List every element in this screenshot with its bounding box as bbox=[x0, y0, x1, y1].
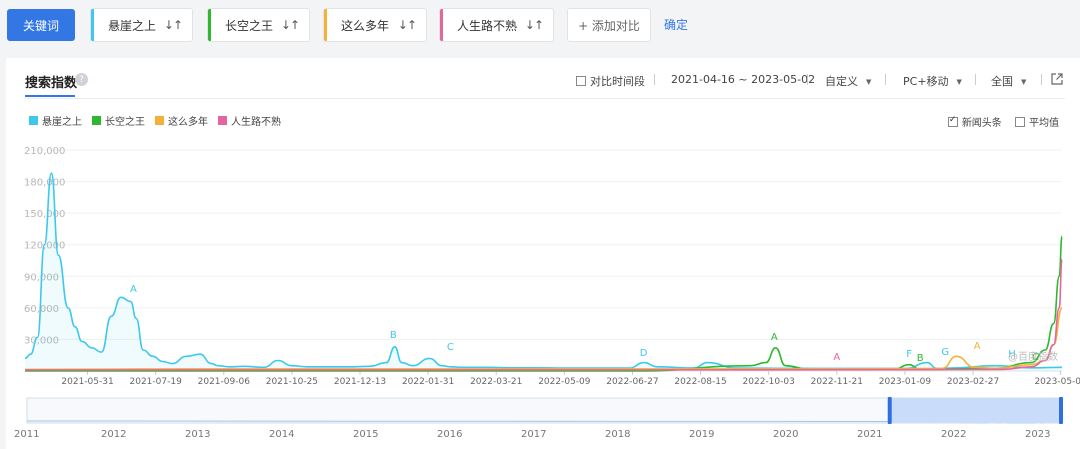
x-tick-label: 2023-01-09 bbox=[879, 377, 932, 387]
news-annotation: A bbox=[974, 341, 981, 352]
timeline-year-label: 2021 bbox=[857, 429, 882, 440]
x-tick-label: 2021-12-13 bbox=[334, 377, 386, 387]
x-tick-label: 2022-11-21 bbox=[811, 377, 863, 387]
x-tick-label: 2022-01-31 bbox=[402, 377, 454, 387]
timeline-year-label: 2018 bbox=[605, 429, 630, 440]
x-tick-label: 2023-05-01 bbox=[1034, 377, 1080, 387]
x-tick-label: 2021-07-19 bbox=[130, 377, 183, 387]
news-annotation: A bbox=[833, 352, 840, 363]
timeline-year-label: 2022 bbox=[941, 429, 966, 440]
timeline-handle-left bbox=[887, 397, 892, 424]
x-tick-label: 2022-05-09 bbox=[538, 377, 591, 387]
y-tick-label: 180,000 bbox=[24, 178, 65, 189]
news-annotation: B bbox=[917, 353, 924, 364]
news-annotation: A bbox=[771, 332, 778, 343]
x-tick-label: 2022-10-03 bbox=[743, 377, 795, 387]
timeline-handle-right bbox=[1059, 397, 1063, 424]
timeline-year-label: 2015 bbox=[353, 429, 378, 440]
news-annotation: C bbox=[447, 342, 454, 353]
x-tick-label: 2022-06-27 bbox=[606, 377, 658, 387]
news-annotation: B bbox=[390, 330, 397, 341]
news-annotation: D bbox=[640, 348, 648, 359]
y-tick-label: 150,000 bbox=[24, 209, 65, 220]
timeline-year-label: 2016 bbox=[437, 429, 462, 440]
x-tick-label: 2022-08-15 bbox=[674, 377, 726, 387]
timeline-year-label: 2011 bbox=[14, 429, 39, 440]
timeline-year-label: 2023 bbox=[1025, 429, 1050, 440]
news-annotation: F bbox=[906, 349, 912, 360]
news-annotation: A bbox=[130, 284, 137, 295]
timeline-year-label: 2017 bbox=[521, 429, 546, 440]
x-tick-label: 2021-09-06 bbox=[198, 377, 251, 387]
timeline-year-label: 2019 bbox=[689, 429, 714, 440]
timeline-year-label: 2012 bbox=[101, 429, 126, 440]
x-tick-label: 2022-03-21 bbox=[470, 377, 522, 387]
x-tick-label: 2021-10-25 bbox=[266, 377, 318, 387]
series-area-1 bbox=[25, 173, 1062, 371]
y-tick-label: 210,000 bbox=[24, 146, 65, 157]
x-tick-label: 2023-02-27 bbox=[947, 377, 999, 387]
search-index-chart[interactable]: 210,000180,000150,000120,00090,00060,000… bbox=[0, 0, 1080, 449]
timeline-selection bbox=[889, 398, 1061, 423]
timeline-year-label: 2020 bbox=[773, 429, 798, 440]
timeline-year-label: 2014 bbox=[269, 429, 294, 440]
timeline-year-label: 2013 bbox=[185, 429, 210, 440]
news-annotation: G bbox=[941, 347, 949, 358]
watermark: @百度指数 bbox=[1008, 350, 1058, 363]
x-tick-label: 2021-05-31 bbox=[61, 377, 113, 387]
